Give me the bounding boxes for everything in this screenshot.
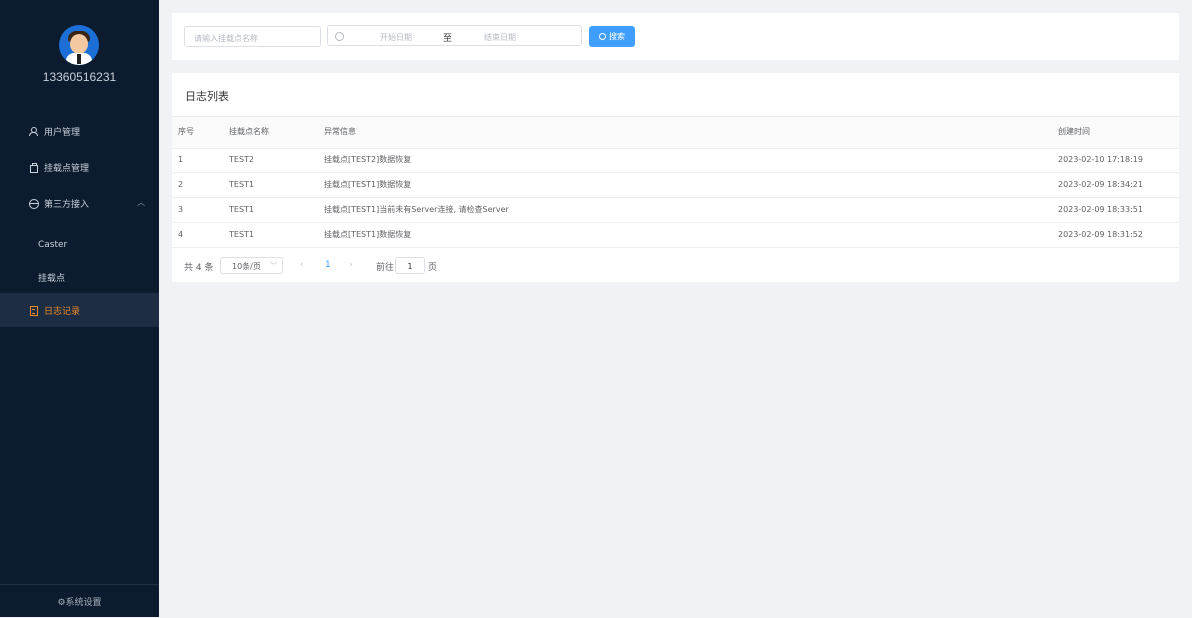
sidebar-item-logs[interactable]: 日志记录 — [0, 293, 159, 327]
chevron-down-icon: ﹀ — [270, 262, 277, 270]
user-icon — [29, 126, 38, 136]
row-message: 挂载点[TEST2]数据恢复 — [324, 155, 412, 164]
mount-point-name-placeholder: 请输入挂载点名称 — [194, 34, 258, 43]
username: 13360516231 — [42, 70, 117, 84]
column-header-message: 异常信息 — [324, 127, 356, 136]
system-settings-label: ⚙系统设置 — [57, 598, 102, 608]
clock-icon — [335, 32, 344, 41]
row-name: TEST1 — [229, 230, 254, 239]
sidebar-item-third-party[interactable]: 第三方接入 ︿ — [0, 186, 159, 220]
log-list-title: 日志列表 — [185, 90, 229, 103]
log-list-panel: 日志列表 序号 挂载点名称 异常信息 创建时间 1 TEST2 挂载点[TEST… — [172, 73, 1179, 282]
column-header-time: 创建时间 — [1058, 127, 1090, 136]
search-button-label: 搜索 — [609, 32, 625, 41]
document-icon — [29, 305, 38, 316]
column-header-index: 序号 — [178, 127, 194, 136]
avatar[interactable] — [59, 25, 99, 65]
globe-icon — [29, 198, 39, 209]
table-row: 2 TEST1 挂载点[TEST1]数据恢复 2023-02-09 18:34:… — [172, 172, 1179, 198]
row-message: 挂载点[TEST1]数据恢复 — [324, 230, 412, 239]
row-name: TEST1 — [229, 180, 254, 189]
row-time: 2023-02-09 18:33:51 — [1058, 205, 1143, 214]
chevron-up-icon: ︿ — [137, 198, 145, 207]
row-index: 2 — [178, 180, 184, 189]
sidebar-item-caster[interactable]: Caster — [0, 228, 159, 262]
table-row: 4 TEST1 挂载点[TEST1]数据恢复 2023-02-09 18:31:… — [172, 222, 1179, 248]
goto-label: 前往 — [376, 263, 395, 273]
row-time: 2023-02-09 18:31:52 — [1058, 230, 1143, 239]
row-index: 4 — [178, 230, 184, 239]
bag-icon — [29, 162, 38, 173]
mount-point-name-input[interactable]: 请输入挂载点名称 — [184, 26, 321, 47]
sidebar-item-label: 用户管理 — [44, 127, 81, 138]
date-range-picker[interactable]: 开始日期 至 结束日期 — [327, 25, 582, 46]
row-time: 2023-02-09 18:34:21 — [1058, 180, 1143, 189]
page-number-1[interactable]: 1 — [325, 260, 331, 270]
sidebar-item-label: 日志记录 — [44, 306, 81, 317]
sidebar-item-label: 第三方接入 — [44, 199, 90, 210]
pagination-total: 共 4 条 — [184, 263, 214, 273]
page-size-select[interactable]: 10条/页 ﹀ — [220, 257, 283, 274]
table-row: 3 TEST1 挂载点[TEST1]当前未有Server连接, 请检查Serve… — [172, 197, 1179, 223]
table-row: 1 TEST2 挂载点[TEST2]数据恢复 2023-02-10 17:18:… — [172, 147, 1179, 173]
row-index: 3 — [178, 205, 184, 214]
sidebar: 13360516231 用户管理 挂载点管理 第三方接入 ︿ Caster 挂载… — [0, 0, 159, 617]
sidebar-item-user-management[interactable]: 用户管理 — [0, 114, 159, 148]
start-date-input[interactable]: 开始日期 — [376, 32, 416, 43]
date-range-separator: 至 — [443, 34, 453, 44]
sidebar-item-label: 挂载点管理 — [44, 163, 90, 174]
row-name: TEST2 — [229, 155, 254, 164]
row-message: 挂载点[TEST1]当前未有Server连接, 请检查Server — [324, 205, 509, 214]
row-index: 1 — [178, 155, 184, 164]
sidebar-item-mount-point[interactable]: 挂载点 — [0, 260, 159, 294]
search-panel: 请输入挂载点名称 开始日期 至 结束日期 搜索 — [172, 13, 1179, 60]
page-size-value: 10条/页 — [232, 262, 261, 271]
goto-page-value: 1 — [407, 262, 413, 271]
row-name: TEST1 — [229, 205, 254, 214]
row-time: 2023-02-10 17:18:19 — [1058, 155, 1143, 164]
system-settings-link[interactable]: ⚙系统设置 — [0, 584, 159, 618]
page-suffix: 页 — [428, 263, 438, 273]
search-icon — [599, 33, 606, 40]
table-header: 序号 挂载点名称 异常信息 创建时间 — [172, 116, 1179, 149]
next-page-button[interactable]: › — [349, 260, 353, 270]
prev-page-button[interactable]: ‹ — [300, 260, 304, 270]
sidebar-item-mount-point-management[interactable]: 挂载点管理 — [0, 150, 159, 184]
column-header-name: 挂载点名称 — [229, 127, 269, 136]
row-message: 挂载点[TEST1]数据恢复 — [324, 180, 412, 189]
sidebar-item-label: 挂载点 — [38, 273, 66, 284]
goto-page-input[interactable]: 1 — [395, 257, 425, 274]
search-button[interactable]: 搜索 — [589, 26, 635, 47]
sidebar-item-label: Caster — [38, 240, 68, 250]
end-date-input[interactable]: 结束日期 — [480, 32, 520, 43]
